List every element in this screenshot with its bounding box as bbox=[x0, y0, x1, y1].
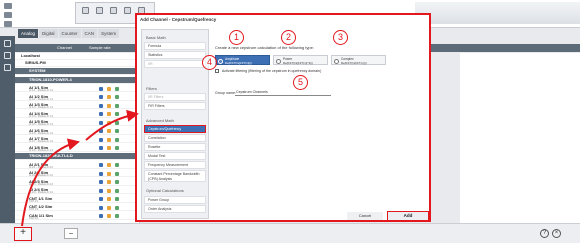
annotation-arrows bbox=[21, 109, 139, 227]
annotation-arrow-to-cepstrum bbox=[85, 109, 139, 141]
annotation-arrow-to-add bbox=[21, 138, 80, 227]
